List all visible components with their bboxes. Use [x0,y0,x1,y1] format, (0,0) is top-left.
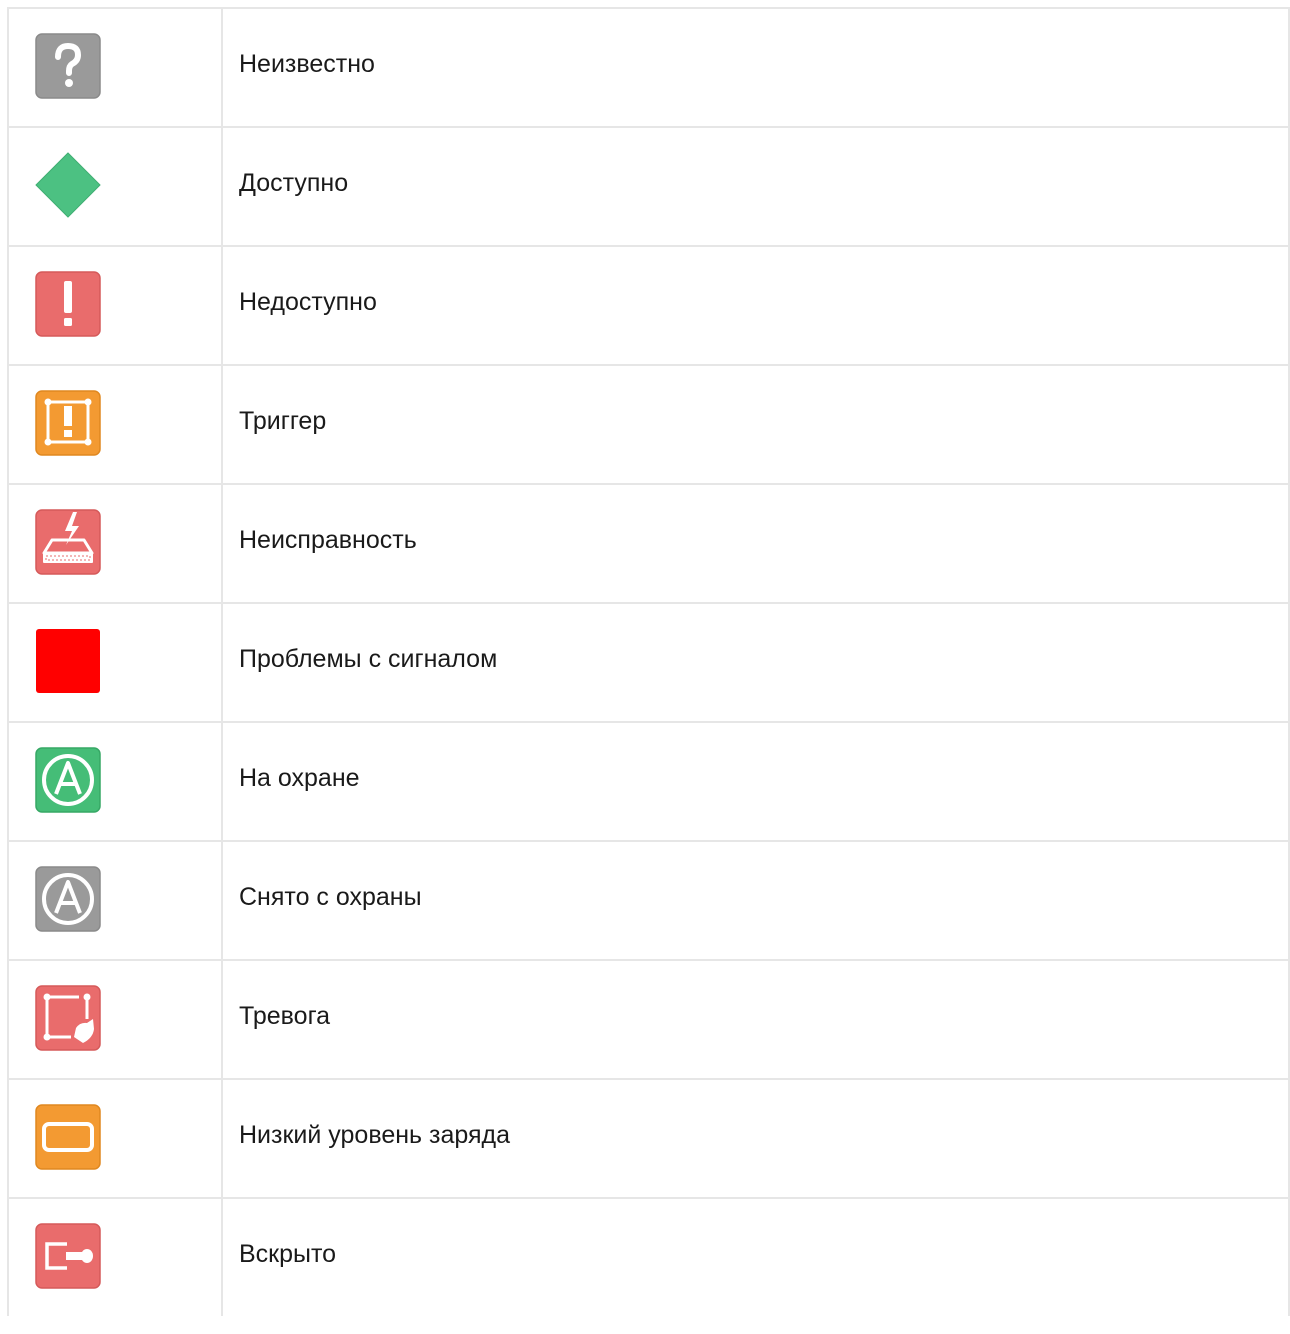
status-label: Недоступно [239,288,377,316]
table-row: Триггер [7,364,1290,485]
unavailable-exclamation-icon [35,270,101,337]
malfunction-icon [35,508,101,575]
tamper-opened-icon [35,1222,101,1289]
table-row: Неисправность [7,483,1290,604]
alarm-icon [35,984,101,1051]
trigger-icon [35,389,101,456]
status-label: Неисправность [239,526,417,554]
status-legend-table: Неизвестно Доступно Недоступно Триггер Н… [7,7,1290,1316]
status-label: Неизвестно [239,50,375,78]
table-row: Низкий уровень заряда [7,1078,1290,1199]
status-label: Вскрыто [239,1240,337,1268]
status-label: Проблемы с сигналом [239,645,498,673]
status-label: Доступно [239,169,349,197]
status-label: Снято с охраны [239,883,422,911]
armed-icon [35,746,101,813]
table-row: Неизвестно [7,7,1290,128]
status-label: Триггер [239,407,327,435]
status-label: Тревога [239,1002,331,1030]
signal-problem-square-icon [35,628,101,694]
status-label: Низкий уровень заряда [239,1121,511,1149]
unknown-question-icon [35,32,101,99]
available-diamond-icon [35,151,101,218]
table-row: На охране [7,721,1290,842]
table-row: Доступно [7,126,1290,247]
table-row: Вскрыто [7,1197,1290,1316]
table-row: Тревога [7,959,1290,1080]
table-row: Проблемы с сигналом [7,602,1290,723]
table-row: Недоступно [7,245,1290,366]
low-battery-icon [35,1103,101,1170]
disarmed-icon [35,865,101,932]
table-row: Снято с охраны [7,840,1290,961]
status-label: На охране [239,764,360,792]
